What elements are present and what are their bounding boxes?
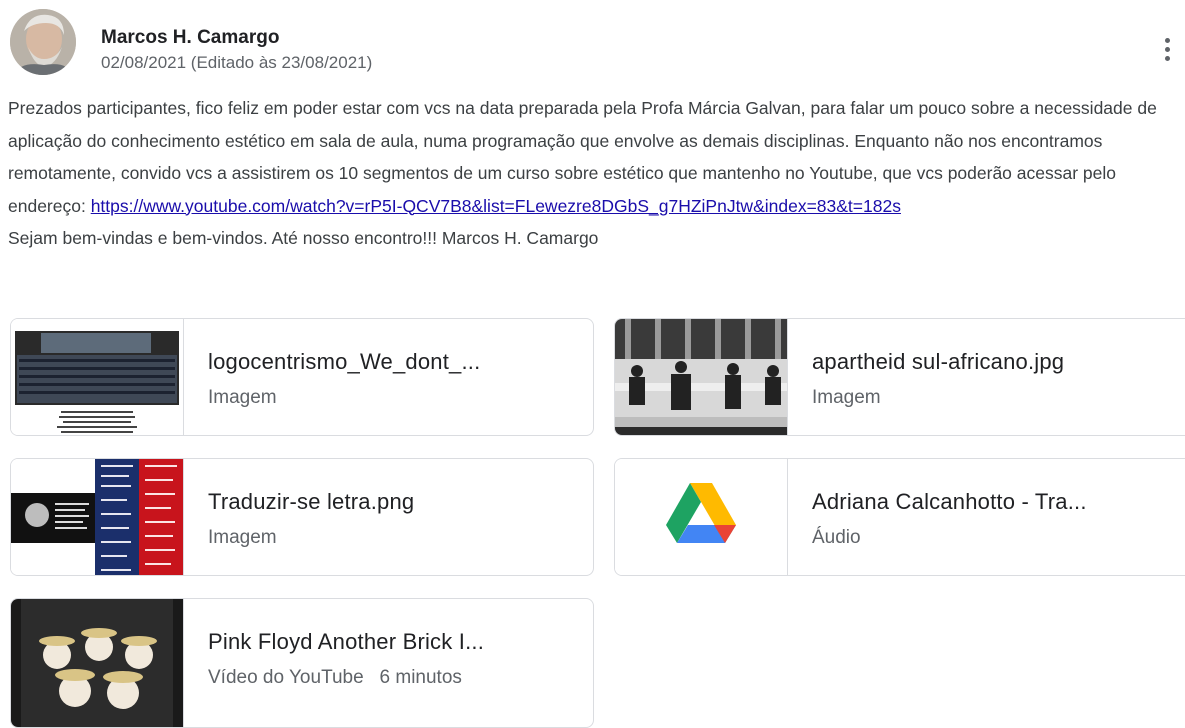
attachment-meta: Vídeo do YouTube 6 minutos [208,667,462,689]
author-avatar[interactable] [10,9,76,75]
image-thumbnail [615,319,788,435]
google-drive-icon [615,459,788,575]
post-header: Marcos H. Camargo 02/08/2021 (Editado às… [10,9,1180,79]
attachment-type: Imagem [208,527,277,548]
author-name[interactable]: Marcos H. Camargo [101,27,279,49]
attachment-card[interactable]: apartheid sul-africano.jpg Imagem [614,318,1185,436]
attachment-card[interactable]: Adriana Calcanhotto - Tra... Áudio [614,458,1185,576]
attachment-card[interactable]: Traduzir-se letra.png Imagem [10,458,594,576]
attachment-title: apartheid sul-africano.jpg [812,349,1065,374]
more-options-icon[interactable] [1160,31,1174,67]
youtube-link[interactable]: https://www.youtube.com/watch?v=rP5I-QCV… [91,196,901,216]
video-duration: 6 minutos [379,667,462,688]
attachment-card[interactable]: logocentrismo_We_dont_... Imagem [10,318,594,436]
post-closing: Sejam bem-vindas e bem-vindos. Até nosso… [8,228,599,248]
attachment-title: Pink Floyd Another Brick I... [208,629,485,654]
attachment-type: Imagem [208,387,277,408]
attachment-type: Imagem [812,387,881,408]
attachment-title: Traduzir-se letra.png [208,489,415,514]
attachment-title: logocentrismo_We_dont_... [208,349,481,374]
post-date: 02/08/2021 (Editado às 23/08/2021) [101,53,373,72]
attachment-type: Áudio [812,527,861,548]
image-thumbnail [11,459,184,575]
attachment-title: Adriana Calcanhotto - Tra... [812,489,1087,514]
post-body: Prezados participantes, fico feliz em po… [8,92,1180,255]
image-thumbnail [11,319,184,435]
attachment-type: Vídeo do YouTube [208,667,364,688]
video-thumbnail [11,599,184,727]
